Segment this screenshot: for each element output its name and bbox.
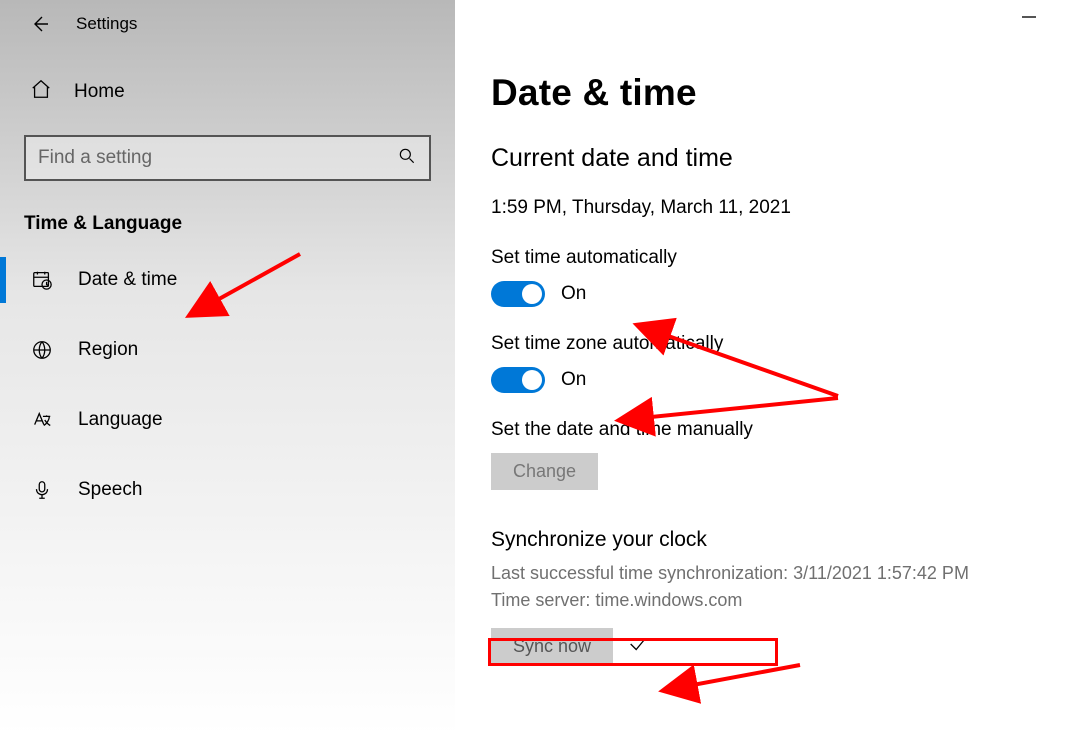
nav-home-label: Home xyxy=(74,81,125,103)
nav-item-label: Language xyxy=(78,409,163,431)
main-content: Date & time Current date and time 1:59 P… xyxy=(455,0,1080,735)
set-time-auto-toggle[interactable] xyxy=(491,281,545,307)
current-datetime-value: 1:59 PM, Thursday, March 11, 2021 xyxy=(491,197,1030,219)
search-box[interactable] xyxy=(24,135,431,181)
sync-now-row: Sync now xyxy=(491,628,1030,665)
toggle-knob xyxy=(522,370,542,390)
nav-item-label: Date & time xyxy=(78,269,177,291)
nav-item-region[interactable]: Region xyxy=(0,315,455,385)
titlebar: Settings xyxy=(0,12,455,66)
sidebar: Settings Home Time & Language Date & xyxy=(0,0,455,735)
minimize-button[interactable] xyxy=(1022,16,1036,18)
set-time-auto-state: On xyxy=(561,283,586,305)
checkmark-icon xyxy=(627,633,649,660)
sync-clock-heading: Synchronize your clock xyxy=(491,528,1030,552)
nav-item-label: Region xyxy=(78,339,138,361)
nav-item-language[interactable]: Language xyxy=(0,385,455,455)
microphone-icon xyxy=(30,479,54,501)
search-icon xyxy=(397,146,417,171)
globe-icon xyxy=(30,339,54,361)
home-icon xyxy=(30,78,52,105)
sync-time-server: Time server: time.windows.com xyxy=(491,587,1030,614)
set-time-auto-label: Set time automatically xyxy=(491,247,1030,269)
set-tz-auto-toggle[interactable] xyxy=(491,367,545,393)
sync-now-button[interactable]: Sync now xyxy=(491,628,613,665)
settings-window: Settings Home Time & Language Date & xyxy=(0,0,1080,735)
nav-item-date-time[interactable]: Date & time xyxy=(0,245,455,315)
set-tz-auto-row: On xyxy=(491,367,1030,393)
nav-item-speech[interactable]: Speech xyxy=(0,455,455,525)
set-time-auto-row: On xyxy=(491,281,1030,307)
language-icon xyxy=(30,409,54,431)
manual-date-time-label: Set the date and time manually xyxy=(491,419,1030,441)
sync-last-success: Last successful time synchronization: 3/… xyxy=(491,560,1030,587)
calendar-clock-icon xyxy=(30,269,54,291)
page-title: Date & time xyxy=(491,72,1030,114)
set-tz-auto-state: On xyxy=(561,369,586,391)
arrow-left-icon xyxy=(30,14,50,34)
change-button: Change xyxy=(491,453,598,490)
app-title: Settings xyxy=(76,14,137,34)
current-datetime-heading: Current date and time xyxy=(491,144,1030,173)
search-input[interactable] xyxy=(38,147,397,169)
set-tz-auto-label: Set time zone automatically xyxy=(491,333,1030,355)
nav-home[interactable]: Home xyxy=(0,66,455,117)
nav-item-label: Speech xyxy=(78,479,142,501)
back-button[interactable] xyxy=(28,12,52,36)
category-title: Time & Language xyxy=(0,181,455,245)
toggle-knob xyxy=(522,284,542,304)
